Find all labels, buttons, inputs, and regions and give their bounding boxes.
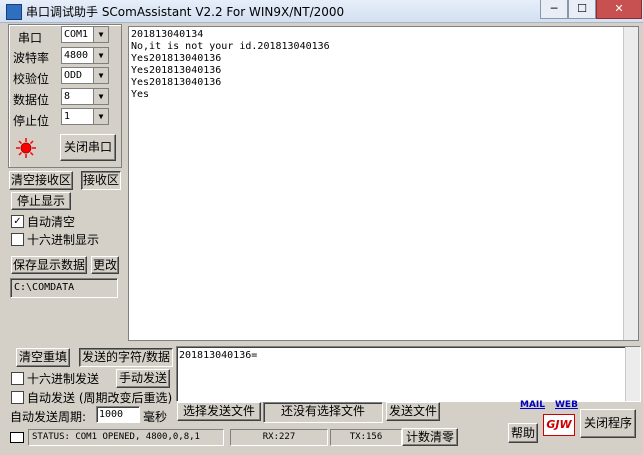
- databits-label: 数据位: [13, 93, 50, 107]
- close-window-button[interactable]: ✕: [596, 0, 642, 19]
- stopbits-select[interactable]: 1 ▼: [61, 108, 109, 125]
- auto-send-label: 自动发送 (周期改变后重选): [27, 391, 173, 405]
- reset-count-button[interactable]: 计数清零: [402, 428, 458, 446]
- databits-select-value: 8: [64, 91, 71, 102]
- port-status-indicator-icon: [16, 138, 36, 158]
- receive-line: Yes: [131, 89, 150, 100]
- port-select-value: COM1: [64, 29, 89, 40]
- hex-display-label: 十六进制显示: [27, 233, 100, 247]
- chevron-down-icon: ▼: [93, 68, 108, 83]
- receive-line: Yes201813040136: [131, 53, 222, 64]
- status-bar: STATUS: COM1 OPENED, 4800,0,8,1 RX:227 T…: [4, 428, 640, 448]
- hex-send-label: 十六进制发送: [27, 372, 100, 386]
- chevron-down-icon: ▼: [93, 109, 108, 124]
- receive-text-area[interactable]: 201813040134 No,it is not your id.201813…: [128, 26, 639, 341]
- minimize-button[interactable]: ─: [540, 0, 568, 19]
- save-path-field: C:\COMDATA: [10, 278, 118, 298]
- send-scrollbar[interactable]: [625, 347, 640, 401]
- mail-link[interactable]: MAIL: [520, 400, 545, 410]
- rx-count: RX:227: [230, 429, 328, 446]
- databits-select[interactable]: 8 ▼: [61, 88, 109, 105]
- auto-clear-label: 自动清空: [27, 215, 76, 229]
- port-icon: [10, 432, 24, 443]
- baud-select[interactable]: 4800 ▼: [61, 47, 109, 64]
- app-icon: [6, 4, 22, 20]
- status-text: STATUS: COM1 OPENED, 4800,0,8,1: [28, 429, 224, 446]
- send-text-area[interactable]: 201813040136=: [176, 346, 641, 402]
- parity-select-value: ODD: [64, 70, 83, 81]
- title-bar: 串口调试助手 SComAssistant V2.2 For WIN9X/NT/2…: [0, 0, 643, 23]
- clear-receive-button[interactable]: 清空接收区: [9, 171, 73, 190]
- port-label: 串口: [18, 31, 43, 45]
- auto-clear-checkbox[interactable]: ✓: [11, 215, 24, 228]
- select-send-file-button[interactable]: 选择发送文件: [177, 402, 261, 421]
- stop-display-button[interactable]: 停止显示: [11, 192, 71, 210]
- chevron-down-icon: ▼: [93, 27, 108, 42]
- window-title: 串口调试助手 SComAssistant V2.2 For WIN9X/NT/2…: [26, 5, 345, 19]
- change-path-button[interactable]: 更改: [91, 256, 119, 274]
- port-select[interactable]: COM1 ▼: [61, 26, 109, 43]
- receive-line: Yes201813040136: [131, 65, 222, 76]
- stopbits-select-value: 1: [64, 111, 71, 122]
- receive-area-label: 接收区: [81, 171, 121, 190]
- no-file-label: 还没有选择文件: [263, 402, 383, 423]
- web-link[interactable]: WEB: [555, 400, 578, 410]
- ms-label: 毫秒: [143, 410, 168, 424]
- save-display-data-button[interactable]: 保存显示数据: [11, 256, 87, 274]
- send-text: 201813040136=: [179, 350, 258, 361]
- chevron-down-icon: ▼: [93, 48, 108, 63]
- receive-line: 201813040134: [131, 29, 204, 40]
- hex-send-checkbox[interactable]: [11, 372, 24, 385]
- maximize-button[interactable]: ☐: [568, 0, 596, 19]
- close-port-button[interactable]: 关闭串口: [60, 134, 116, 161]
- parity-select[interactable]: ODD ▼: [61, 67, 109, 84]
- receive-line: No,it is not your id.201813040136: [131, 41, 330, 52]
- manual-send-button[interactable]: 手动发送: [116, 369, 170, 388]
- stopbits-label: 停止位: [13, 114, 50, 128]
- baud-select-value: 4800: [64, 50, 89, 61]
- clear-reset-button[interactable]: 清空重填: [16, 348, 70, 367]
- parity-label: 校验位: [13, 72, 50, 86]
- auto-period-label: 自动发送周期:: [10, 410, 87, 424]
- send-file-button[interactable]: 发送文件: [386, 402, 440, 421]
- chevron-down-icon: ▼: [93, 89, 108, 104]
- tx-count: TX:156: [330, 429, 402, 446]
- receive-scrollbar[interactable]: [623, 27, 638, 340]
- baud-label: 波特率: [13, 51, 50, 65]
- period-input[interactable]: 1000: [96, 406, 140, 423]
- auto-send-checkbox[interactable]: [11, 391, 24, 404]
- send-data-label: 发送的字符/数据: [79, 348, 173, 367]
- hex-display-checkbox[interactable]: [11, 233, 24, 246]
- receive-line: Yes201813040136: [131, 77, 222, 88]
